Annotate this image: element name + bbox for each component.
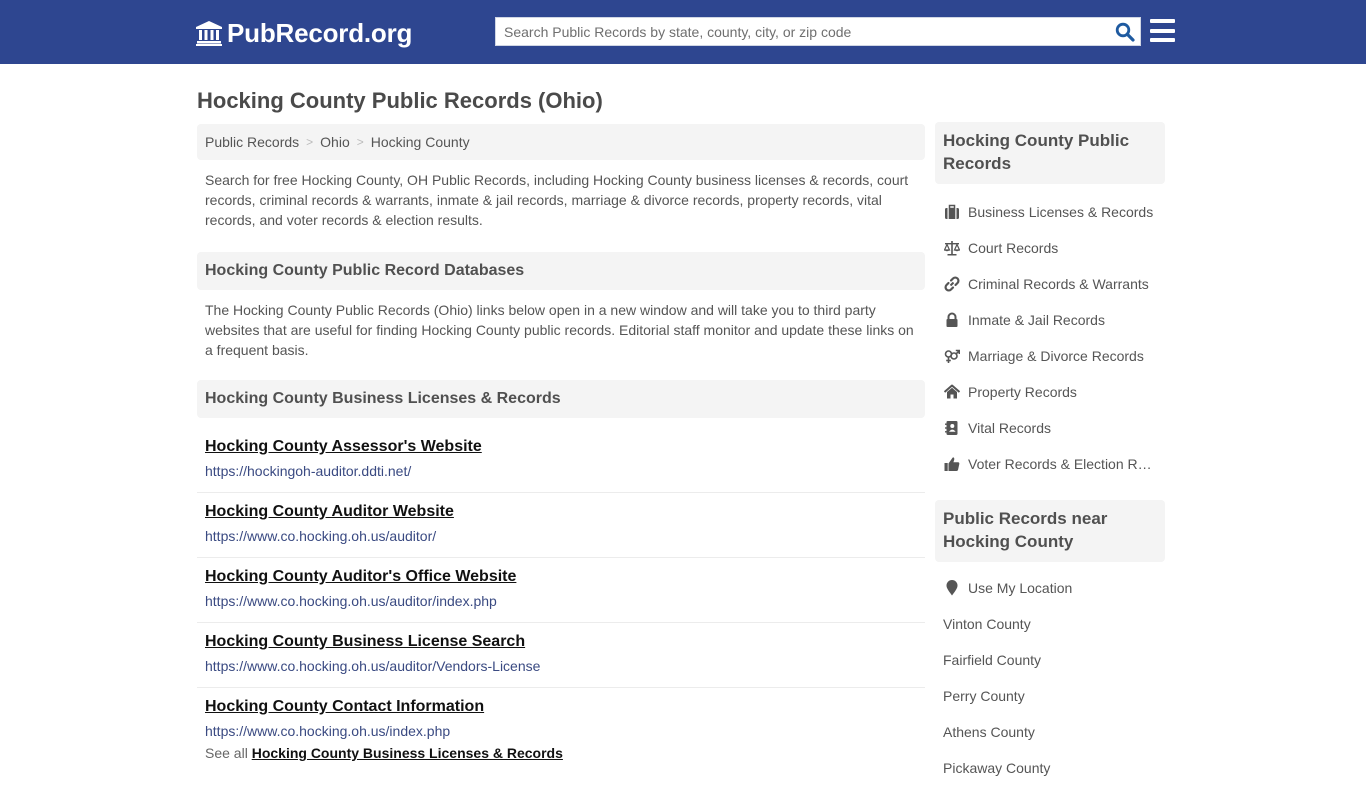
databases-heading: Hocking County Public Record Databases <box>197 252 925 290</box>
breadcrumb-public-records[interactable]: Public Records <box>205 134 299 150</box>
lock-icon <box>943 312 960 328</box>
sidebar-item-label: Court Records <box>968 240 1059 256</box>
record-link-url: https://www.co.hocking.oh.us/auditor/Ven… <box>205 658 541 674</box>
nearby-county-link[interactable]: Pickaway County <box>935 750 1165 786</box>
sidebar-item-marriage[interactable]: Marriage & Divorce Records <box>935 338 1165 374</box>
breadcrumb-current: Hocking County <box>370 134 470 150</box>
breadcrumb-separator: > <box>306 135 314 149</box>
sidebar-item-label: Inmate & Jail Records <box>968 312 1105 328</box>
nearby-county-link[interactable]: Fairfield County <box>935 642 1165 678</box>
link-icon <box>943 276 960 292</box>
gender-icon <box>943 348 960 364</box>
record-link-url: https://www.co.hocking.oh.us/auditor/ind… <box>205 593 497 609</box>
record-link-url: https://www.co.hocking.oh.us/index.php <box>205 723 451 739</box>
search-icon <box>1115 22 1135 42</box>
nearby-county-link[interactable]: Vinton County <box>935 606 1165 642</box>
sidebar-item-label: Property Records <box>968 384 1077 400</box>
list-item: Hocking County Auditor's Office Website … <box>197 558 925 623</box>
search-input[interactable] <box>496 18 1110 45</box>
search-button[interactable] <box>1110 18 1140 45</box>
see-all-prefix: See all <box>205 745 248 761</box>
sidebar-item-criminal[interactable]: Criminal Records & Warrants <box>935 266 1165 302</box>
databases-description: The Hocking County Public Records (Ohio)… <box>205 302 914 358</box>
nearby-county-link[interactable]: Perry County <box>935 678 1165 714</box>
use-my-location-link[interactable]: Use My Location <box>935 570 1165 606</box>
logo-text: PubRecord.org <box>227 17 413 48</box>
sidebar-item-label: Business Licenses & Records <box>968 204 1154 220</box>
use-my-location-label: Use My Location <box>968 580 1073 596</box>
sidebar-item-inmate[interactable]: Inmate & Jail Records <box>935 302 1165 338</box>
record-link-title[interactable]: Hocking County Auditor's Office Website <box>205 566 917 588</box>
nearby-counties-list: Use My Location Vinton County Fairfield … <box>935 562 1165 786</box>
scale-icon <box>943 240 960 256</box>
page-title: Hocking County Public Records (Ohio) <box>197 88 603 113</box>
sidebar-records-list: Business Licenses & Records Court Record… <box>935 184 1165 482</box>
see-all-link[interactable]: Hocking County Business Licenses & Recor… <box>252 745 563 761</box>
top-navigation-bar: PubRecord.org <box>0 0 1366 64</box>
record-link-title[interactable]: Hocking County Assessor's Website <box>205 436 917 458</box>
sidebar-item-property[interactable]: Property Records <box>935 374 1165 410</box>
nearby-county-link[interactable]: Athens County <box>935 714 1165 750</box>
list-item: Hocking County Business License Search h… <box>197 623 925 688</box>
map-marker-icon <box>943 580 960 596</box>
record-link-url: https://www.co.hocking.oh.us/auditor/ <box>205 528 437 544</box>
hamburger-menu-icon[interactable] <box>1150 19 1175 42</box>
menu-line <box>1150 28 1175 33</box>
record-link-title[interactable]: Hocking County Auditor Website <box>205 501 917 523</box>
briefcase-icon <box>943 204 960 220</box>
breadcrumb-separator: > <box>356 135 364 149</box>
sidebar-item-label: Criminal Records & Warrants <box>968 276 1149 292</box>
sidebar-item-label: Marriage & Divorce Records <box>968 348 1144 364</box>
menu-line <box>1150 19 1175 23</box>
breadcrumb-ohio[interactable]: Ohio <box>320 134 350 150</box>
record-link-title[interactable]: Hocking County Contact Information <box>205 696 917 718</box>
search-bar <box>495 17 1141 46</box>
site-logo[interactable]: PubRecord.org <box>195 16 412 50</box>
list-item: Hocking County Assessor's Website https:… <box>197 428 925 493</box>
list-item: Hocking County Auditor Website https://w… <box>197 493 925 558</box>
sidebar-records-heading: Hocking County Public Records <box>935 122 1165 184</box>
home-icon <box>943 384 960 400</box>
business-links-list: Hocking County Assessor's Website https:… <box>197 428 925 753</box>
record-link-title[interactable]: Hocking County Business License Search <box>205 631 917 653</box>
contact-book-icon <box>943 420 960 436</box>
breadcrumb: Public Records > Ohio > Hocking County <box>197 124 925 160</box>
list-item: Hocking County Contact Information https… <box>197 688 925 753</box>
sidebar-item-business[interactable]: Business Licenses & Records <box>935 194 1165 230</box>
thumbs-up-icon <box>943 456 960 472</box>
sidebar-item-label: Vital Records <box>968 420 1052 436</box>
see-all-row: See all Hocking County Business Licenses… <box>197 745 925 761</box>
sidebar: Hocking County Public Records Business L… <box>935 122 1165 786</box>
sidebar-item-vital[interactable]: Vital Records <box>935 410 1165 446</box>
sidebar-item-court[interactable]: Court Records <box>935 230 1165 266</box>
main-content: Public Records > Ohio > Hocking County S… <box>197 124 925 761</box>
business-heading: Hocking County Business Licenses & Recor… <box>197 380 925 418</box>
record-link-url: https://hockingoh-auditor.ddti.net/ <box>205 463 412 479</box>
sidebar-near-heading: Public Records near Hocking County <box>935 500 1165 562</box>
menu-line <box>1150 38 1175 42</box>
bank-building-icon <box>196 21 222 46</box>
intro-text: Search for free Hocking County, OH Publi… <box>205 172 909 228</box>
sidebar-item-voter[interactable]: Voter Records & Election Results <box>935 446 1165 482</box>
sidebar-item-label: Voter Records & Election Results <box>968 456 1154 472</box>
